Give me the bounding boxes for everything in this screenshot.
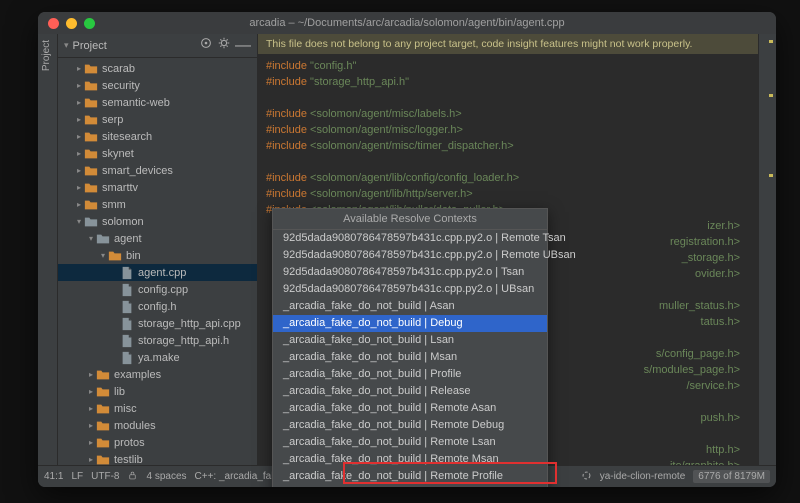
popup-item[interactable]: _arcadia_fake_do_not_build | Remote Prof… [273, 468, 547, 485]
tree-node[interactable]: ▸skynet [58, 145, 257, 162]
tree-node[interactable]: config.h [58, 298, 257, 315]
popup-item[interactable]: _arcadia_fake_do_not_build | Msan [273, 349, 547, 366]
popup-item[interactable]: _arcadia_fake_do_not_build | Profile [273, 366, 547, 383]
tree-node[interactable]: ▸smarttv [58, 179, 257, 196]
warning-banner: This file does not belong to any project… [258, 34, 758, 54]
editor-marker-bar[interactable] [758, 34, 776, 465]
locate-icon[interactable] [199, 36, 213, 55]
tree-node[interactable]: config.cpp [58, 281, 257, 298]
line-separator[interactable]: LF [71, 471, 83, 482]
left-gutter: Project [38, 34, 58, 465]
background-process[interactable]: ya-ide-clion-remote [600, 471, 686, 482]
minimize-window-button[interactable] [66, 18, 77, 29]
ide-window: arcadia – ~/Documents/arc/arcadia/solomo… [38, 12, 776, 487]
popup-item[interactable]: 92d5dada9080786478597b431c.cpp.py2.o | R… [273, 247, 547, 264]
popup-item[interactable]: 92d5dada9080786478597b431c.cpp.py2.o | U… [273, 281, 547, 298]
tree-node[interactable]: ▸smm [58, 196, 257, 213]
tree-node[interactable]: ▸semantic-web [58, 94, 257, 111]
popup-title: Available Resolve Contexts [273, 209, 547, 230]
popup-item[interactable]: _arcadia_fake_do_not_build | Remote Rele… [273, 485, 547, 487]
tree-node[interactable]: ▸sitesearch [58, 128, 257, 145]
tree-node[interactable]: ▸protos [58, 434, 257, 451]
chevron-down-icon: ▾ [64, 40, 69, 51]
project-tree[interactable]: ▸scarab▸security▸semantic-web▸serp▸sites… [58, 58, 257, 465]
readonly-icon[interactable] [127, 470, 138, 484]
project-panel: ▾ Project — ▸scarab▸security▸semantic-we… [58, 34, 258, 465]
project-toolwindow-tab[interactable]: Project [38, 34, 55, 77]
tree-node[interactable]: ▸misc [58, 400, 257, 417]
window-controls [38, 18, 95, 29]
popup-item[interactable]: _arcadia_fake_do_not_build | Asan [273, 298, 547, 315]
titlebar: arcadia – ~/Documents/arc/arcadia/solomo… [38, 12, 776, 34]
tree-node[interactable]: ▸serp [58, 111, 257, 128]
popup-item[interactable]: _arcadia_fake_do_not_build | Remote Debu… [273, 417, 547, 434]
popup-item[interactable]: _arcadia_fake_do_not_build | Debug [273, 315, 547, 332]
tree-node[interactable]: ▾solomon [58, 213, 257, 230]
tree-node[interactable]: storage_http_api.h [58, 332, 257, 349]
hide-panel-icon[interactable]: — [235, 37, 251, 55]
tree-node[interactable]: ▸smart_devices [58, 162, 257, 179]
tree-node[interactable]: ya.make [58, 349, 257, 366]
tree-node[interactable]: ▸testlib [58, 451, 257, 465]
file-encoding[interactable]: UTF-8 [91, 471, 119, 482]
process-icon[interactable] [581, 470, 592, 484]
tree-node[interactable]: ▾bin [58, 247, 257, 264]
tree-node[interactable]: ▾agent [58, 230, 257, 247]
popup-item[interactable]: _arcadia_fake_do_not_build | Remote Asan [273, 400, 547, 417]
tree-node[interactable]: ▸lib [58, 383, 257, 400]
tree-node[interactable]: storage_http_api.cpp [58, 315, 257, 332]
popup-item[interactable]: _arcadia_fake_do_not_build | Release [273, 383, 547, 400]
tree-node[interactable]: ▸scarab [58, 60, 257, 77]
tree-node[interactable]: ▸security [58, 77, 257, 94]
caret-position[interactable]: 41:1 [44, 471, 63, 482]
zoom-window-button[interactable] [84, 18, 95, 29]
window-title: arcadia – ~/Documents/arc/arcadia/solomo… [38, 17, 776, 29]
memory-indicator[interactable]: 6776 of 8179M [693, 470, 770, 483]
project-panel-header: ▾ Project — [58, 34, 257, 58]
indent-settings[interactable]: 4 spaces [146, 471, 186, 482]
popup-item[interactable]: _arcadia_fake_do_not_build | Remote Lsan [273, 434, 547, 451]
tree-node[interactable]: ▸examples [58, 366, 257, 383]
gear-icon[interactable] [217, 36, 231, 55]
tree-node[interactable]: ▸modules [58, 417, 257, 434]
resolve-context-popup: Available Resolve Contexts 92d5dada90807… [272, 208, 548, 487]
popup-item[interactable]: _arcadia_fake_do_not_build | Lsan [273, 332, 547, 349]
popup-item[interactable]: _arcadia_fake_do_not_build | Remote Msan [273, 451, 547, 468]
project-panel-title: Project [73, 40, 199, 52]
close-window-button[interactable] [48, 18, 59, 29]
tree-node[interactable]: agent.cpp [58, 264, 257, 281]
popup-item[interactable]: 92d5dada9080786478597b431c.cpp.py2.o | T… [273, 264, 547, 281]
popup-item[interactable]: 92d5dada9080786478597b431c.cpp.py2.o | R… [273, 230, 547, 247]
